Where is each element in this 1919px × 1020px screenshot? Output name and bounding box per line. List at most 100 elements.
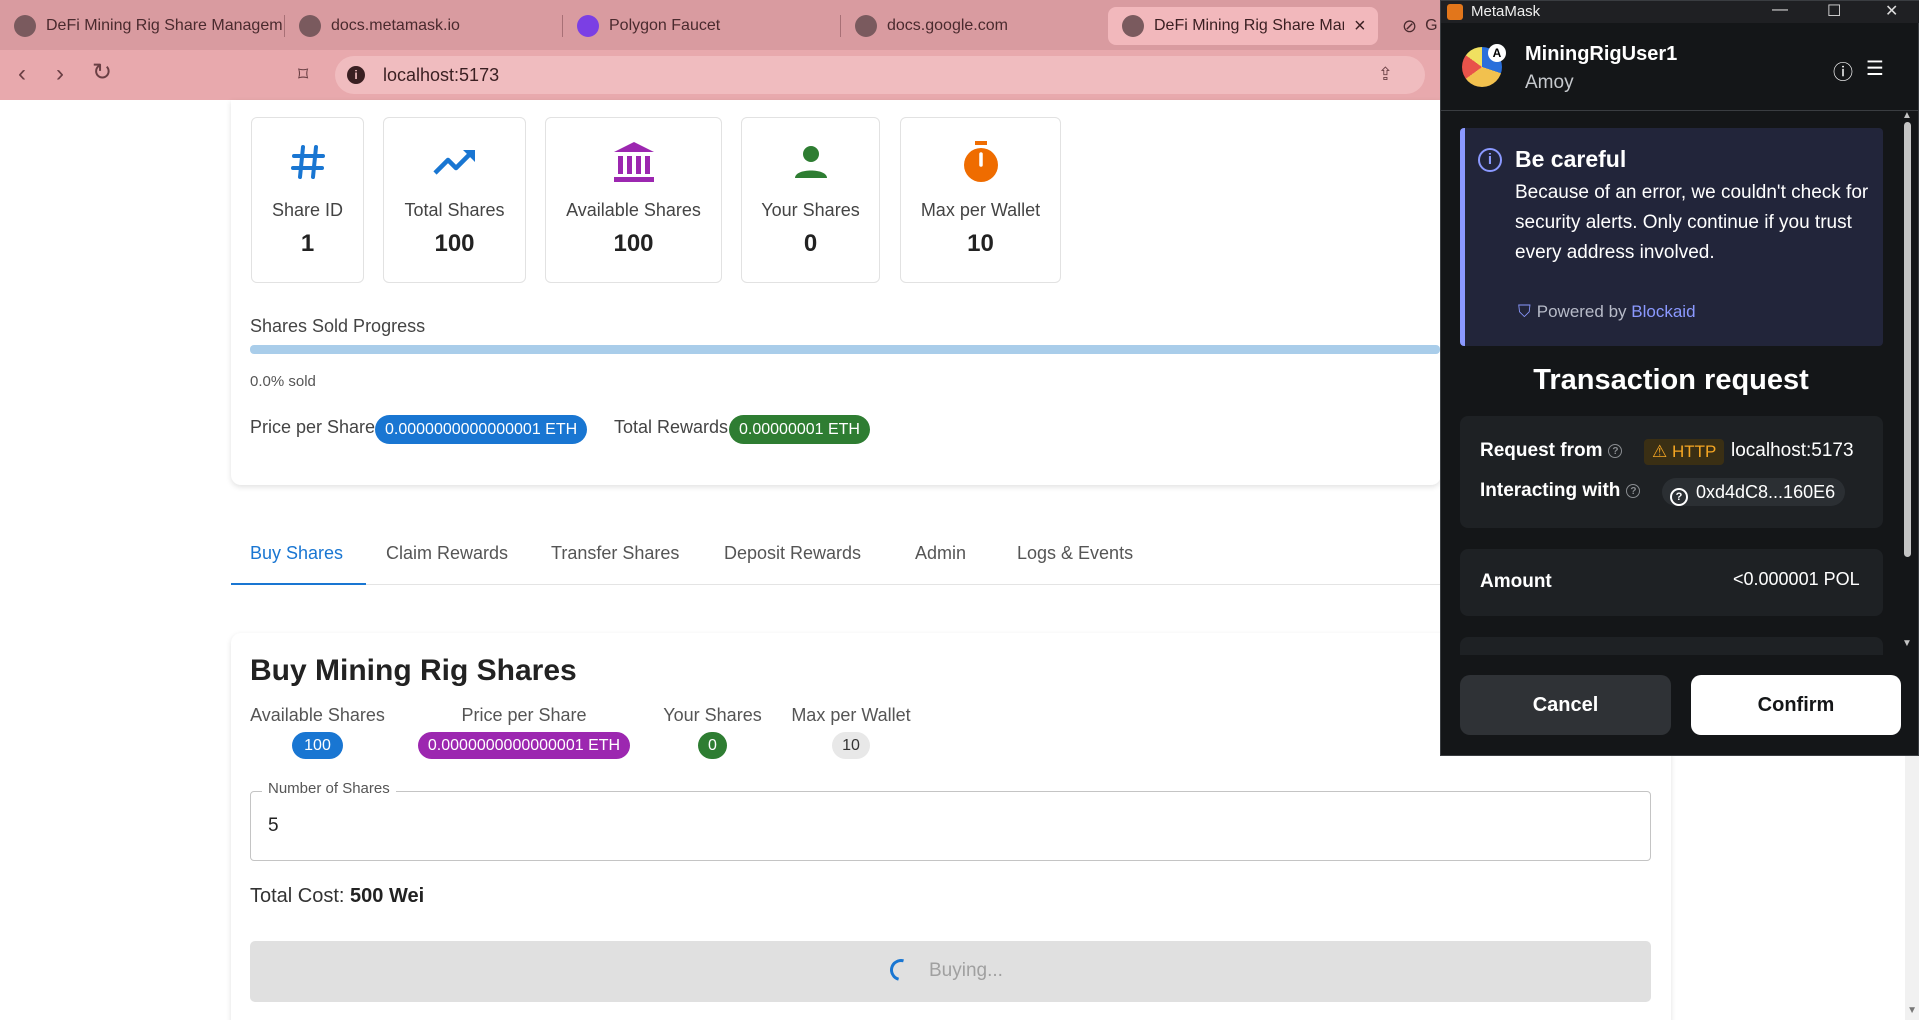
share-icon[interactable]: ⇪	[1378, 64, 1393, 85]
close-window-icon[interactable]: ✕	[1885, 1, 1898, 21]
trending-up-icon	[384, 140, 525, 184]
info-value-chip: 100	[292, 732, 343, 759]
forward-icon[interactable]: ›	[56, 60, 64, 88]
next-section-box	[1460, 637, 1883, 657]
bank-icon	[546, 140, 721, 184]
scroll-thumb[interactable]	[1904, 122, 1911, 557]
info-value-chip: 0.0000000000000001 ETH	[417, 732, 631, 759]
tab-favicon-icon	[14, 15, 36, 37]
warning-body: Because of an error, we couldn't check f…	[1515, 182, 1869, 263]
shield-check-icon: ⛉	[1518, 302, 1531, 321]
amount-label: Amount	[1480, 571, 1552, 592]
field-label: Number of Shares	[262, 780, 396, 797]
back-icon[interactable]: ‹	[18, 60, 26, 88]
tab-logs-events[interactable]: Logs & Events	[1017, 533, 1133, 585]
stat-value: 100	[434, 230, 475, 257]
metamask-scrollbar[interactable]: ▲ ▼	[1902, 110, 1914, 650]
scroll-up-icon[interactable]: ▲	[1902, 110, 1912, 121]
browser-tab[interactable]: ⊘ G	[1390, 7, 1440, 45]
info-available-shares: Available Shares 100	[250, 705, 385, 759]
buy-button-label: Buying...	[929, 960, 1003, 981]
tab-claim-rewards[interactable]: Claim Rewards	[386, 533, 508, 585]
network-badge: A	[1488, 44, 1506, 62]
progress-text: 0.0% sold	[250, 373, 316, 390]
bookmark-icon[interactable]: ⌑	[298, 62, 308, 87]
price-chip: 0.0000000000000001 ETH	[375, 415, 588, 444]
tab-favicon-icon: ⊘	[1402, 15, 1418, 36]
shares-sold-progress-bar	[250, 345, 1440, 354]
powered-by: ⛉ Powered by Blockaid	[1518, 302, 1696, 322]
rewards-label: Total Rewards	[614, 417, 729, 437]
request-details-box	[1460, 416, 1883, 528]
minimize-icon[interactable]: —	[1772, 1, 1788, 19]
number-of-shares-input[interactable]: 5	[268, 815, 279, 837]
cancel-button[interactable]: Cancel	[1460, 675, 1671, 735]
browser-tab[interactable]: Polygon Faucet	[563, 7, 841, 45]
site-info-icon[interactable]: i	[347, 66, 365, 84]
tab-buy-shares[interactable]: Buy Shares	[231, 533, 366, 585]
action-tabs: Buy Shares Claim Rewards Transfer Shares…	[231, 533, 1441, 585]
request-from-value: localhost:5173	[1731, 440, 1854, 461]
tab-transfer-shares[interactable]: Transfer Shares	[551, 533, 679, 585]
info-your-shares: Your Shares 0	[660, 705, 765, 759]
price-label: Price per Share	[250, 417, 376, 437]
settings-sliders-icon[interactable]: ☰	[1866, 56, 1884, 81]
info-label: Max per Wallet	[791, 705, 911, 725]
info-value-chip: 0	[698, 732, 727, 759]
confirm-button[interactable]: Confirm	[1691, 675, 1901, 735]
browser-tab-title: DeFi Mining Rig Share Managem	[46, 17, 283, 34]
powered-by-text: Powered by	[1536, 302, 1627, 321]
metamask-fox-icon	[1447, 4, 1463, 20]
info-label: Your Shares	[663, 705, 762, 725]
stat-label: Your Shares	[761, 200, 860, 220]
url-box[interactable]: i localhost:5173 ⇪	[335, 56, 1425, 94]
number-of-shares-field[interactable]	[250, 791, 1651, 861]
interacting-with-label: Interacting with?	[1480, 480, 1641, 502]
maximize-icon[interactable]: ☐	[1827, 1, 1841, 21]
stat-label: Max per Wallet	[920, 200, 1041, 220]
tab-favicon-icon	[1122, 15, 1144, 37]
stat-total-shares: Total Shares 100	[383, 117, 526, 283]
info-max-per-wallet: Max per Wallet 10	[790, 705, 912, 759]
header-divider	[1441, 110, 1918, 111]
help-icon[interactable]: ?	[1608, 444, 1623, 458]
total-cost: Total Cost: 500 Wei	[250, 885, 424, 908]
contract-address-pill[interactable]: ? 0xd4dC8...160E6	[1662, 478, 1846, 506]
help-icon[interactable]: ?	[1626, 484, 1641, 498]
scroll-down-icon[interactable]: ▼	[1907, 1005, 1917, 1016]
network-name: Amoy	[1525, 72, 1574, 93]
tab-admin[interactable]: Admin	[915, 533, 966, 585]
scroll-down-icon[interactable]: ▼	[1902, 638, 1912, 649]
stat-value: 100	[613, 230, 654, 257]
unknown-contract-icon: ?	[1670, 488, 1688, 506]
browser-tab[interactable]: docs.metamask.io	[285, 7, 563, 45]
browser-tab-title: G	[1425, 17, 1438, 34]
stat-value: 1	[300, 230, 315, 257]
request-from-label: Request from?	[1480, 440, 1623, 462]
reload-icon[interactable]: ↻	[92, 58, 112, 87]
stat-label: Total Shares	[404, 200, 505, 220]
rewards-chip: 0.00000001 ETH	[729, 415, 870, 444]
browser-tab-active[interactable]: DeFi Mining Rig Share Man ×	[1108, 7, 1378, 45]
browser-tab[interactable]: docs.google.com	[841, 7, 1107, 45]
blockaid-link[interactable]: Blockaid	[1631, 302, 1695, 321]
metamask-window-title: MetaMask	[1471, 3, 1541, 20]
stat-label: Share ID	[271, 200, 344, 220]
progress-label: Shares Sold Progress	[250, 316, 426, 336]
total-cost-label: Total Cost:	[250, 885, 345, 907]
tab-close-icon[interactable]: ×	[1354, 15, 1366, 38]
browser-tab[interactable]: DeFi Mining Rig Share Managem	[0, 7, 285, 45]
stat-label: Available Shares	[566, 200, 701, 220]
info-circle-icon[interactable]: ⓘ	[1833, 56, 1853, 85]
info-price-per-share: Price per Share 0.0000000000000001 ETH	[414, 705, 634, 759]
metamask-titlebar: MetaMask — ☐ ✕	[1441, 1, 1919, 23]
browser-tab-title: DeFi Mining Rig Share Man	[1154, 17, 1344, 34]
buy-button[interactable]: Buying...	[250, 941, 1651, 1002]
stat-share-id: Share ID 1	[251, 117, 364, 283]
warning-info-icon: i	[1478, 148, 1502, 172]
info-label: Available Shares	[250, 705, 385, 725]
tab-deposit-rewards[interactable]: Deposit Rewards	[724, 533, 861, 585]
tab-favicon-icon	[855, 15, 877, 37]
http-warning-badge: ⚠ HTTP	[1644, 439, 1725, 465]
warning-title: Be careful	[1515, 146, 1627, 172]
